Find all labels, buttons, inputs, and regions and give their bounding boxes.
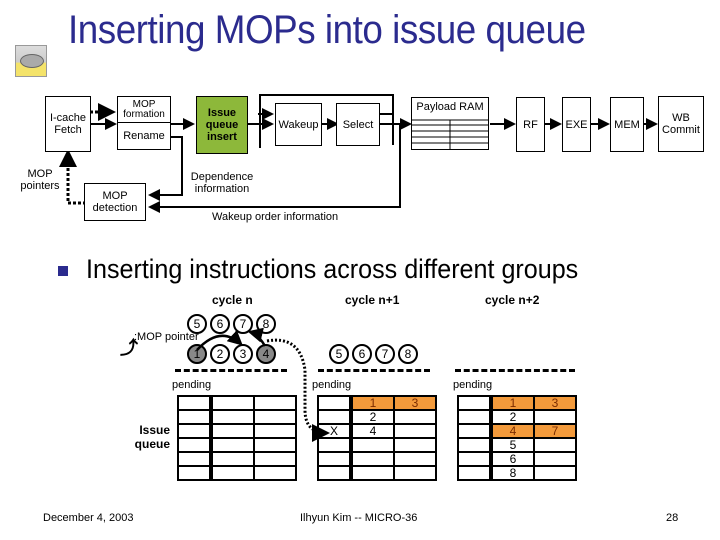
queue-row <box>177 423 297 439</box>
issue-queue-table-cycle-n2: 13247568 <box>457 395 577 481</box>
queue-entry-cell <box>209 409 255 425</box>
queue-row: 13 <box>317 395 437 411</box>
queue-entry-cell: 8 <box>489 465 535 481</box>
queue-row <box>177 409 297 425</box>
queue-entry-cell <box>209 395 255 411</box>
queue-entry-cell: 4 <box>489 423 535 439</box>
queue-entry-cell <box>393 451 437 467</box>
queue-entry-cell: 1 <box>349 395 395 411</box>
queue-entry-cell <box>393 409 437 425</box>
queue-pending-cell <box>177 451 212 467</box>
queue-entry-cell: 4 <box>349 423 395 439</box>
queue-entry-cell: 7 <box>533 423 577 439</box>
queue-entry-cell <box>209 451 255 467</box>
queue-pending-cell <box>177 409 212 425</box>
queue-entry-cell: 3 <box>393 395 437 411</box>
issue-queue-table-cycle-n <box>177 395 297 481</box>
queue-pending-cell <box>457 409 492 425</box>
queue-pending-cell <box>177 395 212 411</box>
queue-row: 6 <box>457 451 577 467</box>
queue-entry-cell <box>253 465 297 481</box>
queue-pending-cell <box>177 465 212 481</box>
queue-row: 47 <box>457 423 577 439</box>
footer-title: Ilhyun Kim -- MICRO-36 <box>300 512 418 524</box>
queue-row: X4 <box>317 423 437 439</box>
queue-entry-cell <box>253 409 297 425</box>
queue-row: 2 <box>317 409 437 425</box>
queue-row <box>177 465 297 481</box>
queue-entry-cell <box>253 423 297 439</box>
queue-entry-cell: 5 <box>489 437 535 453</box>
queue-entry-cell <box>393 423 437 439</box>
queue-pending-cell <box>457 451 492 467</box>
queue-row <box>177 451 297 467</box>
queue-row <box>317 437 437 453</box>
queue-pending-cell <box>457 395 492 411</box>
queue-entry-cell <box>209 465 255 481</box>
queue-entry-cell: 2 <box>489 409 535 425</box>
issue-queue-label: Issue queue <box>134 423 170 451</box>
pending-label: pending <box>172 379 212 391</box>
queue-entry-cell <box>533 437 577 453</box>
queue-pending-cell <box>317 437 352 453</box>
queue-row <box>317 451 437 467</box>
queue-pending-cell <box>177 423 212 439</box>
queue-entry-cell <box>393 437 437 453</box>
queue-entry-cell <box>533 409 577 425</box>
queue-entry-cell <box>209 437 255 453</box>
queue-entry-cell <box>253 451 297 467</box>
queue-entry-cell <box>533 465 577 481</box>
queue-entry-cell <box>349 465 395 481</box>
queue-pending-cell <box>317 409 352 425</box>
pending-label: pending <box>312 379 352 391</box>
queue-pending-cell: X <box>317 423 352 439</box>
queue-pending-cell <box>177 437 212 453</box>
queue-row: 2 <box>457 409 577 425</box>
queue-entry-cell <box>349 451 395 467</box>
queue-row <box>317 465 437 481</box>
queue-row: 13 <box>457 395 577 411</box>
queue-row: 8 <box>457 465 577 481</box>
queue-pending-cell <box>457 465 492 481</box>
footer-date: December 4, 2003 <box>43 512 134 524</box>
queue-entry-cell <box>349 437 395 453</box>
page-number: 28 <box>666 512 679 524</box>
queue-entry-cell <box>253 437 297 453</box>
queue-pending-cell <box>457 437 492 453</box>
queue-entry-cell <box>393 465 437 481</box>
queue-entry-cell: 6 <box>489 451 535 467</box>
queue-pending-cell <box>457 423 492 439</box>
queue-entry-cell <box>209 423 255 439</box>
queue-row <box>177 437 297 453</box>
queue-entry-cell <box>253 395 297 411</box>
queue-pending-cell <box>317 465 352 481</box>
queue-pending-cell <box>317 395 352 411</box>
queue-entry-cell: 3 <box>533 395 577 411</box>
queue-row: 5 <box>457 437 577 453</box>
queue-pending-cell <box>317 451 352 467</box>
queue-row <box>177 395 297 411</box>
issue-queue-table-cycle-n1: 132X4 <box>317 395 437 481</box>
pending-label: pending <box>453 379 493 391</box>
queue-entry-cell <box>533 451 577 467</box>
queue-entry-cell: 2 <box>349 409 395 425</box>
queue-entry-cell: 1 <box>489 395 535 411</box>
